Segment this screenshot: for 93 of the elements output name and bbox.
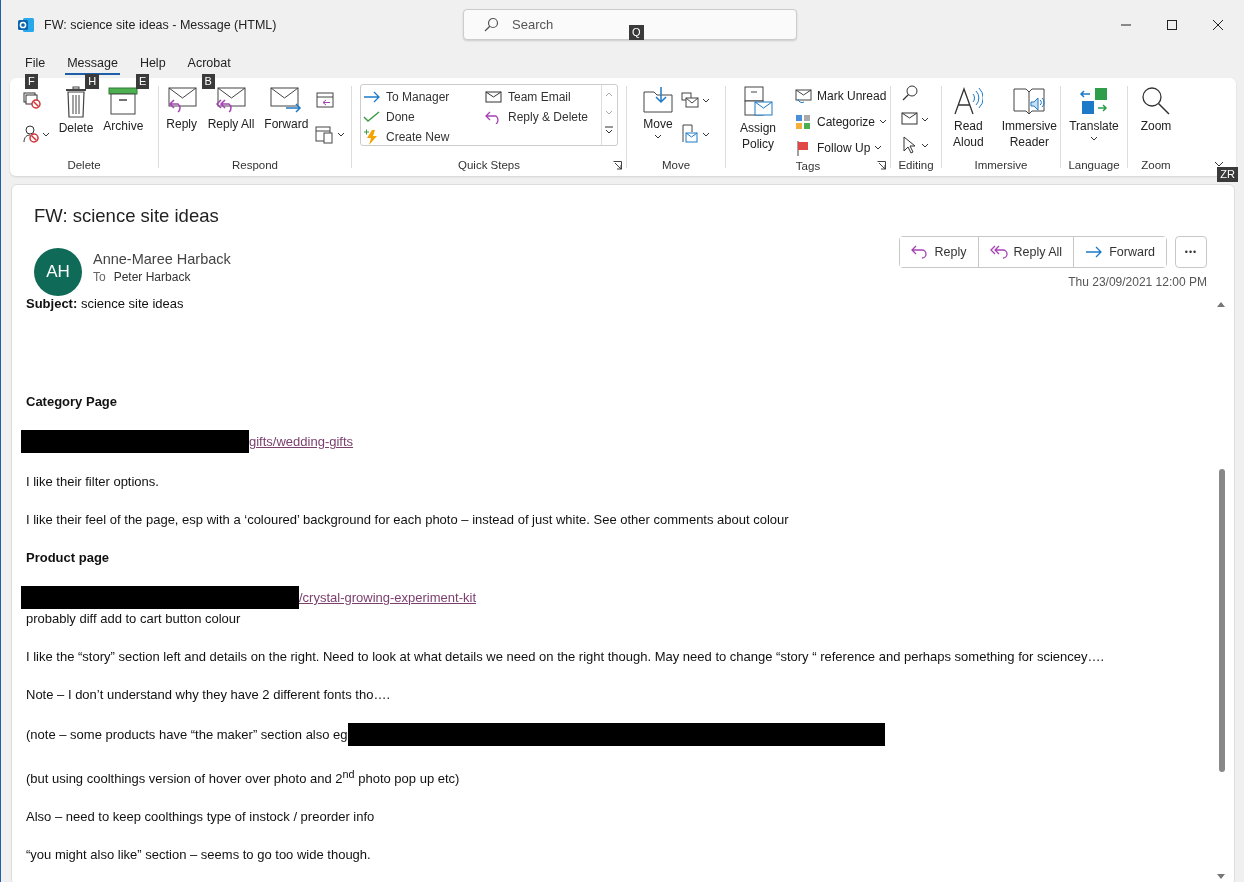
arrow-right-icon: [363, 91, 381, 103]
maximize-icon[interactable]: [1166, 19, 1178, 31]
checkmark-icon: [363, 111, 381, 123]
keytip: H: [85, 74, 100, 89]
book-speaker-icon: [1012, 86, 1047, 116]
search-icon[interactable]: [900, 84, 920, 102]
sender-name[interactable]: Anne-Maree Harback: [93, 251, 231, 267]
rules-icon[interactable]: [680, 90, 712, 110]
folder-arrow-icon: [643, 86, 673, 114]
section-heading: Category Page: [26, 393, 118, 411]
outlook-icon: [17, 16, 35, 34]
group-label: Language: [1068, 158, 1120, 172]
calendar-reply-icon[interactable]: [315, 90, 336, 110]
keytip: Q: [629, 25, 644, 40]
paragraph: “you might also like” section – seems to go too wide though.: [26, 846, 371, 865]
keytip: F: [25, 74, 38, 89]
paragraph: I like their feel of the page, esp with a ‘coloured’ background for each photo – instead of just white. See other comments about colour: [26, 511, 789, 529]
link[interactable]: /crystal-growing-experiment-kit: [299, 588, 476, 607]
group-label: Zoom: [1141, 158, 1171, 172]
group-label: Move: [661, 158, 691, 172]
keytip: ZR: [1217, 167, 1238, 182]
envelope-icon: [485, 91, 503, 103]
paragraph: (but using coolthings version of hover over photo and 2$^{nd}$ photo pop up etc): [26, 767, 460, 789]
mark-unread-button[interactable]: Mark Unread: [793, 84, 889, 107]
assign-policy-button[interactable]: Assign Policy: [727, 84, 789, 154]
block-sender-icon[interactable]: [21, 124, 52, 144]
group-label: Delete: [67, 158, 101, 172]
avatar: AH: [34, 248, 82, 296]
group-label: Tags: [795, 159, 821, 173]
reply-icon: [165, 86, 198, 114]
paragraph: Also – need to keep coolthings type of instock / preorder info: [26, 808, 375, 827]
sent-date: Thu 23/09/2021 12:00 PM: [1068, 275, 1207, 289]
color-squares-icon: [795, 113, 813, 130]
read-aloud-button[interactable]: Read Aloud: [942, 84, 995, 152]
subject-line: Subject: science site ideas: [26, 296, 185, 311]
archive-icon: [108, 86, 139, 116]
quick-step[interactable]: Reply & Delete: [483, 107, 601, 127]
close-icon[interactable]: [1212, 19, 1224, 31]
caret-icon: [654, 134, 662, 140]
envelope-icon: [795, 88, 813, 103]
translate-button[interactable]: Translate: [1066, 84, 1122, 144]
reply-icon: [910, 245, 929, 259]
link[interactable]: gifts/wedding-gifts: [249, 432, 354, 451]
categorize-button[interactable]: Categorize: [793, 110, 889, 133]
recipient-name[interactable]: Peter Harback: [113, 270, 191, 284]
message-subject: FW: science site ideas: [34, 205, 220, 227]
caret-icon: [874, 144, 883, 151]
scroll-up-icon[interactable]: [1217, 301, 1225, 307]
more-options-button[interactable]: •••: [1175, 236, 1207, 268]
paragraph: Note – I don’t understand why they have 2 different fonts tho….: [26, 686, 390, 704]
scroll-down-icon[interactable]: [1217, 874, 1225, 880]
read-aloud-icon: [953, 86, 984, 116]
dialog-launcher-icon[interactable]: [877, 161, 886, 170]
ribbon-tab[interactable]: Help: [137, 50, 168, 75]
forward-icon: [1085, 245, 1104, 259]
group-label: Editing: [898, 158, 934, 172]
zoom-button[interactable]: Zoom: [1137, 84, 1175, 136]
immersive-reader-button[interactable]: Immersive Reader: [998, 84, 1060, 152]
paragraph: (note – some products have “the maker” section also eg: [26, 726, 348, 744]
caret-icon: [1090, 136, 1098, 142]
search-icon: [483, 17, 499, 33]
quick-step[interactable]: Done: [361, 107, 483, 127]
reply-button[interactable]: Reply: [162, 84, 201, 134]
group-label: Immersive: [974, 158, 1028, 172]
window-title: FW: science site ideas - Message (HTML): [44, 18, 277, 32]
forward-icon: [270, 86, 303, 114]
paragraph: I like their filter options.: [26, 473, 159, 491]
caret-icon: [879, 118, 887, 125]
quick-step[interactable]: Create New: [361, 127, 483, 147]
to-label: To: [93, 270, 106, 284]
group-label: Quick Steps: [458, 158, 520, 172]
ribbon-tab[interactable]: Acrobat: [185, 50, 233, 75]
ignore-icon[interactable]: [21, 90, 42, 110]
translate-icon: [1079, 86, 1109, 116]
reply-all-icon: [989, 245, 1008, 259]
collapse-ribbon-icon[interactable]: [1214, 161, 1224, 168]
ribbon-tab[interactable]: File: [23, 50, 48, 75]
quick-step[interactable]: Team Email: [483, 87, 601, 107]
trash-icon: [63, 86, 89, 118]
dialog-launcher-icon[interactable]: [613, 161, 622, 170]
group-label: Respond: [231, 158, 278, 172]
paragraph: I like the “story” section left and details on the right. Need to look at what details we need on the right though. May need to change “story “ reference and perhaps something for sciencey….: [26, 648, 1105, 666]
quick-step[interactable]: To Manager: [361, 87, 483, 107]
magnifier-icon: [1140, 86, 1172, 116]
follow-up-button[interactable]: Follow Up: [793, 136, 889, 159]
document-envelope-icon[interactable]: [680, 124, 712, 144]
section-heading: Product page: [26, 549, 110, 567]
paragraph: probably diff add to cart button colour: [26, 610, 242, 628]
message-action-button[interactable]: Forward: [1073, 237, 1166, 267]
forward-button[interactable]: Forward: [261, 84, 312, 134]
cabinet-envelope-icon: [743, 86, 773, 118]
reply-all-icon: [215, 86, 247, 114]
move-button[interactable]: Move: [640, 84, 676, 142]
